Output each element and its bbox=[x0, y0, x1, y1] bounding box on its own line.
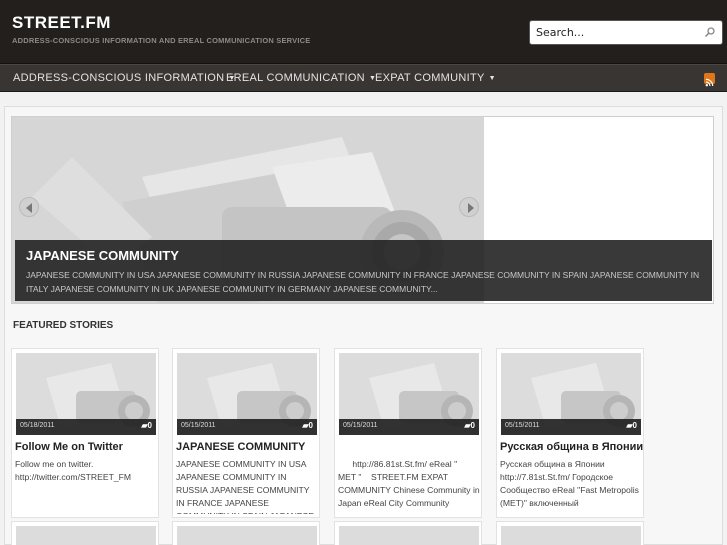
comment-count-value: 0 bbox=[308, 421, 313, 430]
story-excerpt: JAPANESE COMMUNITY IN USA JAPANESE COMMU… bbox=[176, 459, 314, 514]
story-card[interactable]: 05/15/2011 ▰0 Русская община в Японии Ру… bbox=[496, 348, 644, 518]
story-meta-bar: 05/15/2011 ▰0 bbox=[177, 419, 317, 435]
story-meta-bar: 05/15/2011 ▰0 bbox=[501, 419, 641, 435]
story-thumbnail[interactable] bbox=[501, 526, 641, 545]
story-thumbnail[interactable]: 05/15/2011 ▰0 bbox=[339, 353, 479, 435]
comment-count[interactable]: ▰0 bbox=[141, 421, 152, 430]
search-icon[interactable] bbox=[704, 26, 716, 38]
story-thumbnail[interactable] bbox=[16, 526, 156, 545]
slide-caption[interactable]: JAPANESE COMMUNITY JAPANESE COMMUNITY IN… bbox=[15, 240, 712, 301]
story-title[interactable]: JAPANESE COMMUNITY bbox=[176, 441, 305, 453]
story-excerpt: http://86.81st.St.fm/ eReal " MET " STRE… bbox=[338, 459, 480, 508]
comment-count[interactable]: ▰0 bbox=[302, 421, 313, 430]
comment-count-value: 0 bbox=[147, 421, 152, 430]
main-nav: ADDRESS-CONSCIOUS INFORMATION ▼ EREAL COM… bbox=[0, 64, 727, 92]
nav-item-address-conscious-information[interactable]: ADDRESS-CONSCIOUS INFORMATION ▼ bbox=[13, 72, 236, 84]
story-card[interactable] bbox=[496, 521, 644, 545]
nav-item-ereal-communication[interactable]: EREAL COMMUNICATION ▼ bbox=[226, 72, 376, 84]
story-card[interactable] bbox=[172, 521, 320, 545]
story-card[interactable] bbox=[11, 521, 159, 545]
arrow-right-icon bbox=[468, 203, 474, 213]
story-meta-bar: 05/18/2011 ▰0 bbox=[16, 419, 156, 435]
nav-item-label: EREAL COMMUNICATION bbox=[226, 72, 365, 84]
comment-count[interactable]: ▰0 bbox=[464, 421, 475, 430]
comment-count-value: 0 bbox=[470, 421, 475, 430]
story-thumbnail[interactable]: 05/15/2011 ▰0 bbox=[177, 353, 317, 435]
chevron-down-icon: ▼ bbox=[488, 75, 496, 82]
story-card[interactable]: 05/18/2011 ▰0 Follow Me on Twitter Follo… bbox=[11, 348, 159, 518]
comment-count-value: 0 bbox=[632, 421, 637, 430]
featured-slider[interactable]: JAPANESE COMMUNITY JAPANESE COMMUNITY IN… bbox=[11, 116, 714, 304]
story-date: 05/15/2011 bbox=[505, 422, 540, 429]
story-card[interactable]: 05/15/2011 ▰0 JAPANESE COMMUNITY JAPANES… bbox=[172, 348, 320, 518]
comment-count[interactable]: ▰0 bbox=[626, 421, 637, 430]
story-thumbnail[interactable] bbox=[177, 526, 317, 545]
story-date: 05/18/2011 bbox=[20, 422, 55, 429]
slide-caption-title[interactable]: JAPANESE COMMUNITY bbox=[26, 248, 179, 263]
slider-next-button[interactable] bbox=[459, 197, 479, 217]
story-thumbnail[interactable]: 05/15/2011 ▰0 bbox=[501, 353, 641, 435]
story-title[interactable]: Follow Me on Twitter bbox=[15, 441, 123, 453]
story-date: 05/15/2011 bbox=[343, 422, 378, 429]
slide-caption-text: JAPANESE COMMUNITY IN USA JAPANESE COMMU… bbox=[26, 270, 700, 294]
nav-item-label: ADDRESS-CONSCIOUS INFORMATION bbox=[13, 72, 225, 84]
story-card[interactable] bbox=[334, 521, 482, 545]
story-meta-bar: 05/15/2011 ▰0 bbox=[339, 419, 479, 435]
search-input[interactable] bbox=[530, 21, 700, 44]
story-excerpt: Follow me on twitter. http://twitter.com… bbox=[15, 459, 132, 482]
site-header: STREET.FM ADDRESS-CONSCIOUS INFORMATION … bbox=[0, 0, 727, 64]
story-thumbnail[interactable] bbox=[339, 526, 479, 545]
site-description: ADDRESS-CONSCIOUS INFORMATION AND EREAL … bbox=[12, 36, 311, 45]
site-title[interactable]: STREET.FM bbox=[12, 13, 111, 33]
story-date: 05/15/2011 bbox=[181, 422, 216, 429]
story-excerpt: Русская община в Японии http://7.81st.St… bbox=[500, 459, 639, 508]
nav-item-label: EXPAT COMMUNITY bbox=[375, 72, 485, 84]
search-box[interactable] bbox=[529, 20, 723, 45]
story-title[interactable]: Русская община в Японии bbox=[500, 441, 643, 453]
arrow-left-icon bbox=[26, 203, 32, 213]
story-thumbnail[interactable]: 05/18/2011 ▰0 bbox=[16, 353, 156, 435]
slider-prev-button[interactable] bbox=[19, 197, 39, 217]
nav-item-expat-community[interactable]: EXPAT COMMUNITY ▼ bbox=[375, 72, 496, 84]
featured-stories-heading: FEATURED STORIES bbox=[13, 320, 114, 331]
story-card[interactable]: 05/15/2011 ▰0 http://86.81st.St.fm/ eRea… bbox=[334, 348, 482, 518]
rss-icon[interactable] bbox=[704, 73, 715, 87]
